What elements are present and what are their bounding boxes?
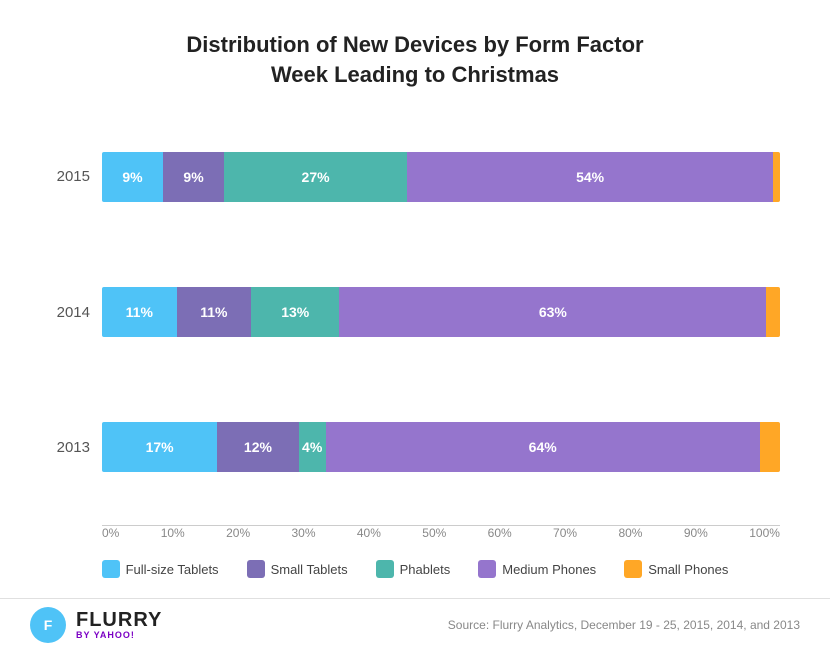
legend-label: Medium Phones [502,562,596,577]
legend-item: Full-size Tablets [102,560,219,578]
svg-text:F: F [44,617,53,633]
x-tick: 70% [553,526,577,540]
bar-row: 20159%9%27%54% [50,152,780,202]
legend-label: Full-size Tablets [126,562,219,577]
x-tick: 50% [422,526,446,540]
bar-segment: 9% [163,152,224,202]
page-container: Distribution of New Devices by Form Fact… [0,0,830,650]
legend-swatch [102,560,120,578]
chart-area: Distribution of New Devices by Form Fact… [0,0,830,598]
legend-swatch [247,560,265,578]
bar-track: 17%12%4%64% [102,422,780,472]
bar-track: 9%9%27%54% [102,152,780,202]
x-tick: 60% [488,526,512,540]
legend-item: Phablets [376,560,451,578]
x-tick: 10% [161,526,185,540]
x-tick: 0% [102,526,119,540]
bar-segment: 4% [299,422,326,472]
legend: Full-size Tablets Small Tablets Phablets Me… [50,546,780,588]
bar-segment: 12% [217,422,298,472]
legend-item: Medium Phones [478,560,596,578]
bar-segment [773,152,780,202]
bar-segment: 17% [102,422,217,472]
logo-icon: F [30,607,66,643]
bar-segment: 64% [326,422,760,472]
title-line1: Distribution of New Devices by Form Fact… [186,32,643,57]
legend-swatch [624,560,642,578]
x-tick: 20% [226,526,250,540]
bar-year-label: 2014 [50,304,90,321]
x-tick: 100% [749,526,780,540]
bar-segment [760,422,780,472]
legend-item: Small Tablets [247,560,348,578]
logo-flurry-text: FLURRY [76,609,162,631]
bar-segment: 54% [407,152,773,202]
chart-body: 20159%9%27%54%201411%11%13%63%201317%12%… [50,109,780,546]
bar-segment: 9% [102,152,163,202]
bar-segment: 13% [251,287,339,337]
x-tick: 80% [618,526,642,540]
x-axis-ticks: 0% 10% 20% 30% 40% 50% 60% 70% 80% 90% 100% [102,526,780,540]
footer: F FLURRY BY YAHOO! Source: Flurry Analyt… [0,598,830,650]
legend-label: Small Tablets [271,562,348,577]
logo-text: FLURRY BY YAHOO! [76,609,162,641]
legend-label: Phablets [400,562,451,577]
legend-swatch [478,560,496,578]
bar-segment: 27% [224,152,407,202]
logo-yahoo-text: BY YAHOO! [76,631,162,641]
bar-segment: 63% [339,287,766,337]
x-tick: 40% [357,526,381,540]
x-tick: 90% [684,526,708,540]
bar-year-label: 2013 [50,439,90,456]
bar-row: 201411%11%13%63% [50,287,780,337]
legend-item: Small Phones [624,560,728,578]
footer-source: Source: Flurry Analytics, December 19 - … [448,618,800,632]
bar-year-label: 2015 [50,168,90,185]
title-line2: Week Leading to Christmas [271,62,559,87]
bar-segment [766,287,780,337]
x-tick: 30% [291,526,315,540]
footer-logo: F FLURRY BY YAHOO! [30,607,162,643]
bar-row: 2013 17%12%4%64% [50,422,780,472]
bar-track: 11%11%13%63% [102,287,780,337]
chart-title: Distribution of New Devices by Form Fact… [50,30,780,89]
x-axis: 0% 10% 20% 30% 40% 50% 60% 70% 80% 90% 100% [50,526,780,546]
bar-segment: 11% [102,287,177,337]
legend-swatch [376,560,394,578]
legend-label: Small Phones [648,562,728,577]
bar-rows: 20159%9%27%54%201411%11%13%63%201317%12%… [50,109,780,525]
bar-segment: 11% [177,287,252,337]
